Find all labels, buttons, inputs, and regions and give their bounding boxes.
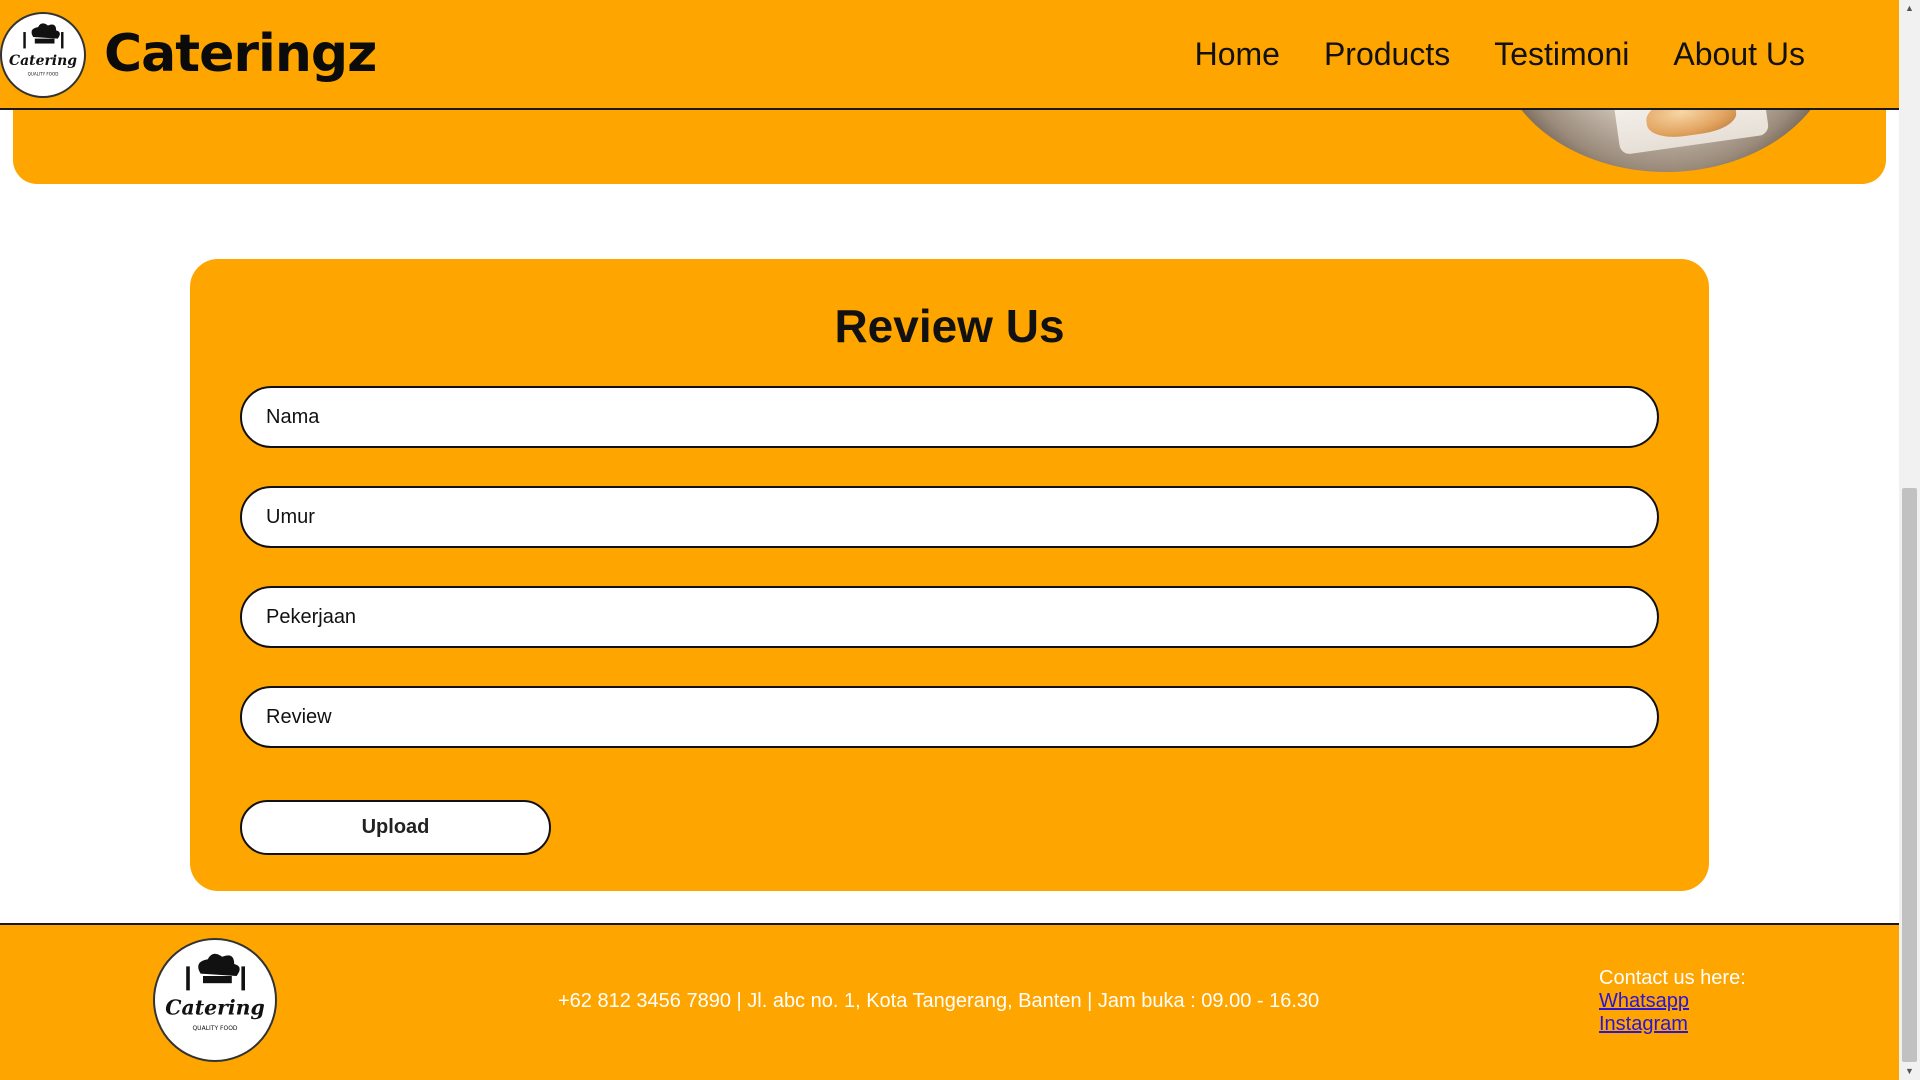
svg-text:Catering: Catering <box>9 53 77 69</box>
nav-about-us[interactable]: About Us <box>1673 34 1805 74</box>
brand-logo[interactable]: Catering QUALITY FOOD <box>0 12 86 98</box>
scroll-up-arrow-icon[interactable]: ▲ <box>1899 0 1920 17</box>
contact-heading: Contact us here: <box>1599 967 1746 989</box>
contact-section: Contact us here: Whatsapp Instagram <box>1599 967 1746 1036</box>
chef-hat-icon: Catering QUALITY FOOD <box>159 944 271 1056</box>
brand-name: Cateringz <box>104 24 377 84</box>
svg-text:Catering: Catering <box>165 995 264 1019</box>
chef-hat-icon: Catering QUALITY FOOD <box>5 17 81 93</box>
nav-products[interactable]: Products <box>1324 34 1450 74</box>
review-form-card: Review Us Upload <box>190 259 1709 891</box>
scrollbar-thumb[interactable] <box>1902 488 1917 1062</box>
svg-text:QUALITY FOOD: QUALITY FOOD <box>28 72 59 77</box>
footer-logo: Catering QUALITY FOOD <box>153 938 277 1062</box>
svg-text:QUALITY FOOD: QUALITY FOOD <box>192 1025 237 1032</box>
nav-testimoni[interactable]: Testimoni <box>1494 34 1629 74</box>
scroll-down-arrow-icon[interactable]: ▼ <box>1899 1063 1920 1080</box>
vertical-scrollbar[interactable]: ▲ ▼ <box>1899 0 1920 1080</box>
upload-button[interactable]: Upload <box>240 800 551 855</box>
instagram-link[interactable]: Instagram <box>1599 1013 1746 1036</box>
name-input[interactable] <box>240 386 1659 448</box>
nav-home[interactable]: Home <box>1195 34 1280 74</box>
review-input[interactable] <box>240 686 1659 748</box>
page: Catering QUALITY FOOD Cateringz Home Pro… <box>0 0 1899 1080</box>
review-title: Review Us <box>834 300 1065 352</box>
footer: Catering QUALITY FOOD +62 812 3456 7890 … <box>0 923 1899 1080</box>
age-input[interactable] <box>240 486 1659 548</box>
whatsapp-link[interactable]: Whatsapp <box>1599 990 1746 1013</box>
nav-menu: Home Products Testimoni About Us <box>1195 34 1805 74</box>
occupation-input[interactable] <box>240 586 1659 648</box>
navbar: Catering QUALITY FOOD Cateringz Home Pro… <box>0 0 1899 110</box>
footer-contact-info: +62 812 3456 7890 | Jl. abc no. 1, Kota … <box>558 990 1320 1012</box>
